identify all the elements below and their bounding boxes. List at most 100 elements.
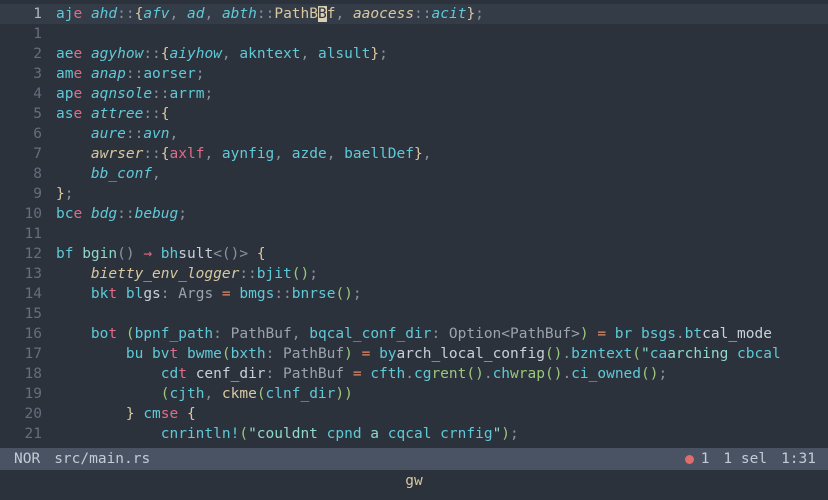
code-token: ad <box>187 6 205 22</box>
code-line-content[interactable]: bkt blgs: Args = bmgs::bnrse(); <box>56 284 828 304</box>
code-line[interactable]: 10 bce bdg::bebug; <box>0 204 828 224</box>
code-token: baellDef <box>344 146 414 162</box>
cursor-position: 1:31 <box>781 451 816 467</box>
code-line-content[interactable]: bf bgin() → bhsult<()> { <box>56 244 828 264</box>
code-token: , <box>204 386 222 402</box>
code-line-content[interactable]: aure::avn, <box>56 124 828 144</box>
line-number: 18 <box>24 366 42 382</box>
code-token: ( <box>125 326 135 342</box>
code-line[interactable]: 12 bf bgin() → bhsult<()> { <box>0 244 828 264</box>
code-token: aaocess <box>352 6 415 22</box>
line-number: 13 <box>24 266 42 282</box>
editor-mode-indicator: NOR <box>14 451 41 467</box>
code-token: clnf_dir <box>265 386 336 402</box>
code-line[interactable]: 9}; <box>0 184 828 204</box>
code-line-content[interactable]: }; <box>56 184 828 204</box>
code-line[interactable]: 19 (cjth, ckme(clnf_dir)) <box>0 384 828 404</box>
code-token: sult <box>178 246 214 262</box>
code-line-content[interactable]: bce bdg::bebug; <box>56 204 828 224</box>
code-line-content[interactable]: aee agyhow::{aiyhow, akntext, alsult}; <box>56 44 828 64</box>
code-token: bv <box>152 346 170 362</box>
code-token: bjit <box>256 266 292 282</box>
code-token: bmgs <box>239 286 275 302</box>
code-token: t <box>178 366 187 382</box>
code-token: bsgs <box>641 326 676 342</box>
line-number: 10 <box>24 206 42 222</box>
code-token: ( <box>221 346 231 362</box>
command-line[interactable]: gw <box>0 470 828 500</box>
code-token: { <box>160 146 170 162</box>
line-number: 12 <box>24 246 42 262</box>
code-line[interactable]: 3 ame anap::aorser; <box>0 64 828 84</box>
code-line-content[interactable]: ape aqnsole::arrm; <box>56 84 828 104</box>
code-line-content[interactable]: cnrintln!("couldnt cpnd a cqcal crnfig")… <box>56 424 828 444</box>
code-token: bf <box>56 246 74 262</box>
code-line[interactable]: 21 cnrintln!("couldnt cpnd a cqcal crnfi… <box>0 424 828 444</box>
code-line-content[interactable]: bu bvt bwme(bxth: PathBuf) = byarch_loca… <box>56 344 828 364</box>
code-token: ) <box>579 326 589 342</box>
code-token: bietty_env_logger <box>90 266 240 282</box>
code-editor[interactable]: 1 aje ahd::{afv, ad, abth::PathBBf, aaoce… <box>0 0 828 448</box>
code-line-content[interactable]: aje ahd::{afv, ad, abth::PathBBf, aaoces… <box>56 4 828 24</box>
code-token: afv <box>143 6 170 22</box>
line-number: 1 <box>33 26 42 42</box>
code-token: () <box>466 366 484 382</box>
code-token: , <box>300 46 318 62</box>
code-token: azde <box>291 146 327 162</box>
code-token: se <box>160 406 179 422</box>
code-line[interactable]: 5 ase attree::{ <box>0 104 828 124</box>
code-line[interactable]: 6 aure::avn, <box>0 124 828 144</box>
code-line[interactable]: 4 ape aqnsole::arrm; <box>0 84 828 104</box>
code-token: ( <box>239 426 249 442</box>
code-line-content[interactable]: cdt cenf_dir: PathBuf = cfth.cgrent().ch… <box>56 364 828 384</box>
code-line[interactable]: 18 cdt cenf_dir: PathBuf = cfth.cgrent()… <box>0 364 828 384</box>
code-line[interactable]: 14 bkt blgs: Args = bmgs::bnrse(); <box>0 284 828 304</box>
code-token: { <box>256 246 266 262</box>
code-token: cjth <box>169 386 205 402</box>
code-token: bgin <box>82 246 118 262</box>
line-number: 6 <box>33 126 42 142</box>
code-line-content[interactable]: (cjth, ckme(clnf_dir)) <box>56 384 828 404</box>
code-token: ; <box>64 186 74 202</box>
line-number: 4 <box>33 86 42 102</box>
code-token: PathBuf <box>283 346 345 362</box>
status-file-path[interactable]: src/main.rs <box>54 448 684 470</box>
code-line[interactable]: 13 bietty_env_logger::bjit(); <box>0 264 828 284</box>
code-line[interactable]: 1 <box>0 24 828 44</box>
code-line[interactable]: 1 aje ahd::{afv, ad, abth::PathBBf, aaoce… <box>0 4 828 24</box>
code-token: ch <box>492 366 511 382</box>
code-token: am <box>56 66 74 82</box>
code-line[interactable]: 17 bu bvt bwme(bxth: PathBuf) = byarch_l… <box>0 344 828 364</box>
code-token: bdg <box>90 206 118 222</box>
code-token: bl <box>125 286 144 302</box>
code-line-content[interactable]: bb_conf, <box>56 164 828 184</box>
line-number: 19 <box>24 386 42 402</box>
code-token: ) <box>344 346 353 362</box>
code-line[interactable]: 11 <box>0 224 828 244</box>
code-line-content[interactable]: bietty_env_logger::bjit(); <box>56 264 828 284</box>
code-token: , <box>152 166 161 182</box>
code-token: cenf_dir <box>195 366 266 382</box>
code-line[interactable]: 20 } cmse { <box>0 404 828 424</box>
code-line[interactable]: 7 awrser::{axlf, aynfig, azde, baellDef}… <box>0 144 828 164</box>
code-line-content[interactable]: awrser::{axlf, aynfig, azde, baellDef}, <box>56 144 828 164</box>
code-line-content[interactable]: ase attree::{ <box>56 104 828 124</box>
code-line-content[interactable]: } cmse { <box>56 404 828 424</box>
code-line[interactable]: 8 bb_conf, <box>0 164 828 184</box>
code-line[interactable]: 15 <box>0 304 828 324</box>
code-line[interactable]: 2 aee agyhow::{aiyhow, akntext, alsult}; <box>0 44 828 64</box>
code-line[interactable]: 16 bot (bpnf_path: PathBuf, bqcal_conf_d… <box>0 324 828 344</box>
code-line-content[interactable]: bot (bpnf_path: PathBuf, bqcal_conf_dir:… <box>56 324 828 344</box>
code-token: PathBuf <box>230 326 292 342</box>
code-token: () <box>641 366 659 382</box>
code-line-content[interactable]: ame anap::aorser; <box>56 64 828 84</box>
